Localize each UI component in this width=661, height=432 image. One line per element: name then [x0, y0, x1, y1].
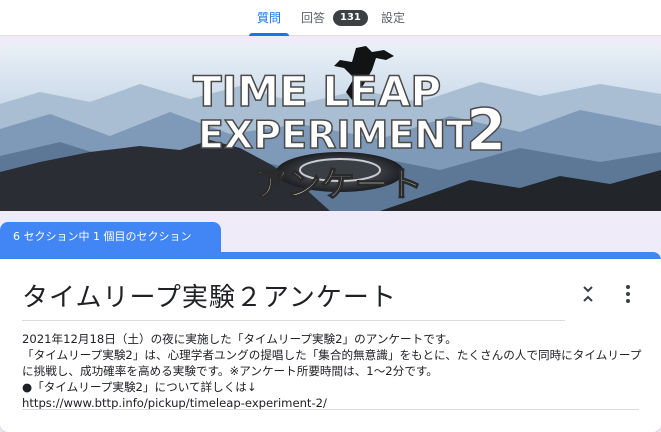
collapse-icon [583, 286, 593, 302]
description-line: 2021年12月18日（土）の夜に実施した「タイムリープ実験2」のアンケートです… [22, 332, 457, 346]
tab-settings-label: 設定 [380, 11, 405, 25]
collapse-section-button[interactable] [578, 283, 598, 305]
section-label: 6 セクション中 1 個目のセクション [0, 222, 221, 252]
answers-count-badge: 131 [333, 10, 368, 26]
form-description: 2021年12月18日（土）の夜に実施した「タイムリープ実験2」のアンケートです… [22, 331, 647, 411]
active-tab-indicator [249, 33, 289, 36]
tab-settings[interactable]: 設定 [380, 0, 406, 36]
tab-answers-label: 回答 [300, 11, 325, 25]
banner-title-line2: EXPERIMENT [198, 113, 472, 157]
tab-questions-label: 質問 [256, 11, 281, 25]
description-divider [22, 409, 639, 410]
description-line: ●「タイムリープ実験2」について詳しくは↓ [22, 380, 257, 394]
tab-questions[interactable]: 質問 [249, 0, 289, 36]
form-title: タイムリープ実験２アンケート [22, 283, 397, 313]
banner-subtitle: アンケート [254, 165, 423, 205]
banner-title-number: 2 [466, 96, 506, 164]
more-options-button[interactable] [618, 283, 638, 305]
header-banner: TIME LEAP EXPERIMENT 2 アンケート [0, 44, 661, 211]
form-header-card: タイムリープ実験２アンケート 2021年12月18日（土）の夜に実施した「タイム… [0, 259, 661, 432]
more-vert-icon [626, 285, 630, 303]
tab-answers[interactable]: 回答 [300, 0, 326, 36]
title-divider [22, 320, 565, 321]
banner-title-line1: TIME LEAP [193, 67, 441, 116]
description-line: 「タイムリープ実験2」は、心理学者ユングの提唱した「集合的無意識」をもとに、たく… [22, 348, 642, 378]
tab-bar: 質問 回答 131 設定 [0, 0, 661, 36]
